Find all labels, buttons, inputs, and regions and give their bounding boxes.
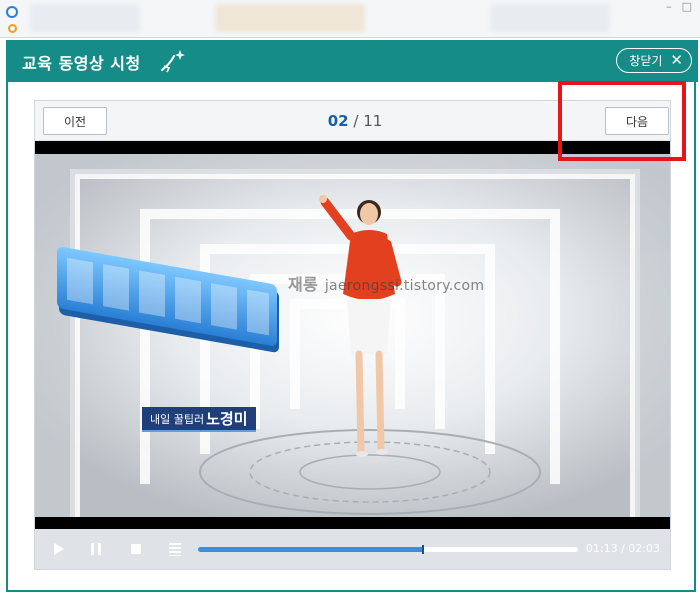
menu-icon[interactable] (166, 540, 184, 558)
player-controls: 01:13 / 02:03 (35, 529, 670, 569)
watermark: 재롱 jaerongssi.tistory.com (288, 271, 484, 295)
blurred-tab (215, 4, 365, 32)
stop-icon[interactable] (127, 540, 145, 558)
page-separator: / (353, 112, 359, 130)
minimize-icon[interactable]: – (666, 0, 672, 13)
caption-name: 노경미 (206, 410, 248, 428)
progress-handle[interactable] (422, 545, 425, 554)
window-controls: – □ (666, 0, 692, 13)
x-icon: ✕ (670, 51, 683, 69)
watermark-text: jaerongssi.tistory.com (324, 278, 485, 294)
popup-header: 교육 동영상 시청 창닫기 ✕ (6, 40, 698, 82)
video-player: 이전 02 / 11 다음 내일 꿀팁러 노경미 재롱 jaerongssi.t… (34, 100, 671, 570)
browser-logo-icon (6, 6, 18, 18)
total-pages: 11 (363, 112, 383, 130)
blurred-tab (490, 4, 610, 32)
slide-nav-bar: 이전 02 / 11 다음 (35, 101, 670, 141)
sparkle-icon (161, 50, 185, 73)
caption-lower-third: 내일 꿀팁러 노경미 (142, 407, 256, 432)
pause-icon[interactable] (87, 540, 105, 558)
watermark-prefix: 재롱 (288, 275, 319, 294)
time-separator: / (621, 542, 625, 555)
elapsed-time: 01:13 (585, 542, 618, 555)
browser-toolbar: – □ (0, 0, 700, 38)
current-page: 02 (327, 112, 349, 130)
total-duration: 02:03 (628, 542, 660, 555)
progress-bar[interactable] (198, 545, 578, 554)
play-icon[interactable] (49, 540, 67, 558)
caption-subtitle: 내일 꿀팁러 (150, 412, 205, 426)
video-popup: 교육 동영상 시청 창닫기 ✕ 이전 02 / 11 다음 내일 꿀팁러 노경미… (6, 40, 698, 592)
prev-button[interactable]: 이전 (43, 107, 107, 135)
next-button[interactable]: 다음 (605, 107, 669, 135)
blurred-tab (30, 4, 140, 32)
close-window-button[interactable]: 창닫기 ✕ (616, 48, 692, 73)
video-viewport[interactable]: 내일 꿀팁러 노경미 재롱 jaerongssi.tistory.com (35, 141, 670, 529)
video-frame (35, 154, 670, 517)
favicon-icon (8, 24, 17, 33)
time-display: 01:13 / 02:03 (586, 542, 660, 555)
close-label: 창닫기 (629, 54, 663, 68)
popup-title: 교육 동영상 시청 (22, 54, 141, 73)
maximize-icon[interactable]: □ (682, 0, 692, 13)
progress-fill (198, 547, 423, 552)
page-indicator: 02 / 11 (315, 112, 395, 130)
